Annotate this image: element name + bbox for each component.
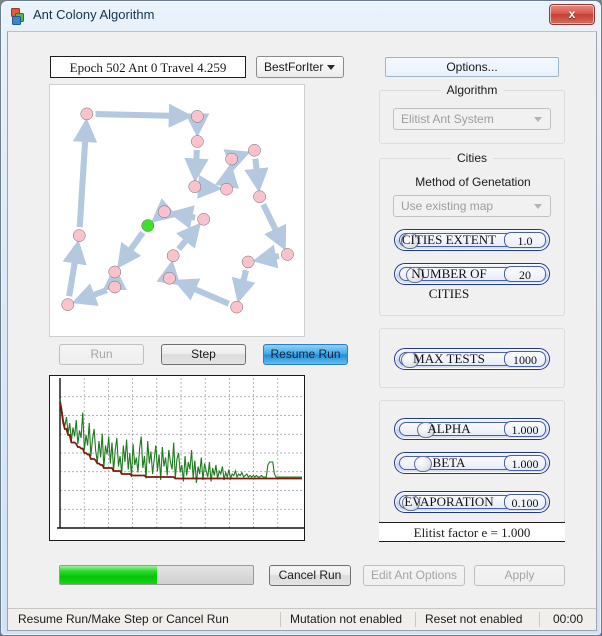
slider-evaporation[interactable]: EVAPORATION 0.100 — [394, 491, 550, 513]
city-node[interactable] — [109, 266, 121, 278]
city-node[interactable] — [62, 299, 74, 311]
status-mutation: Mutation not enabled — [290, 612, 403, 626]
generation-method-value: Use existing map — [401, 199, 494, 213]
chevron-down-icon — [534, 204, 542, 209]
slider-label: EVAPORATION — [404, 494, 494, 509]
cities-group-title: Cities — [450, 151, 494, 165]
algorithm-value: Elitist Ant System — [401, 112, 494, 126]
cities-group: Cities Method of Genetation Use existing… — [379, 151, 565, 316]
tour-edge — [223, 149, 251, 172]
slider-value: 20 — [504, 266, 546, 282]
city-node[interactable] — [167, 250, 179, 262]
tour-edge — [71, 283, 108, 306]
epoch-readout: Epoch 502 Ant 0 Travel 4.259 — [50, 56, 246, 78]
tour-edge — [244, 158, 269, 193]
app-ants-icon — [11, 8, 28, 25]
slider-value: 1.000 — [504, 455, 546, 471]
city-node[interactable] — [231, 301, 243, 313]
slider-cities-extent[interactable]: CITIES EXTENT 1.0 — [394, 229, 550, 251]
city-node[interactable] — [81, 108, 93, 120]
title-bar: Ant Colony Algorithm x — [1, 1, 601, 31]
tour-map-panel[interactable] — [49, 84, 305, 337]
status-time: 00:00 — [553, 612, 584, 626]
tour-edge — [72, 117, 98, 228]
tour-edge — [168, 205, 196, 229]
tour-map-svg — [50, 103, 304, 336]
display-mode-combo[interactable]: BestForIter — [256, 56, 344, 78]
apply-button: Apply — [474, 565, 565, 586]
city-node[interactable] — [281, 248, 293, 260]
progress-bar-fill — [60, 566, 157, 584]
algorithm-combo[interactable]: Elitist Ant System — [393, 108, 551, 130]
run-button: Run — [59, 344, 144, 365]
slider-value: 0.100 — [504, 494, 546, 510]
city-node[interactable] — [242, 256, 254, 268]
tour-edge — [95, 103, 194, 128]
city-node[interactable] — [198, 213, 210, 225]
status-bar: Resume Run/Make Step or Cancel Run Mutat… — [8, 608, 596, 630]
tour-edge — [62, 239, 87, 297]
tour-edge — [173, 278, 230, 307]
city-node[interactable] — [109, 281, 121, 293]
city-node[interactable] — [220, 183, 232, 195]
city-node[interactable] — [253, 191, 265, 203]
slider-label: NUMBER OF CITIES — [411, 266, 487, 301]
generation-method-combo[interactable]: Use existing map — [393, 195, 551, 217]
tour-edge — [176, 222, 202, 252]
city-node[interactable] — [226, 153, 238, 165]
algorithm-group: Algorithm Elitist Ant System — [379, 83, 565, 144]
progress-bar — [59, 565, 254, 585]
status-divider — [280, 612, 281, 627]
slider-label: BETA — [432, 455, 466, 470]
tests-group: MAX TESTS 1000 — [379, 328, 565, 388]
convergence-chart-svg — [57, 378, 304, 529]
slider-number-of-cities[interactable]: NUMBER OF CITIES 20 — [394, 263, 550, 301]
chevron-down-icon — [327, 65, 335, 70]
tour-edge — [231, 269, 256, 304]
elitist-factor-readout: Elitist factor e = 1.000 — [379, 522, 565, 542]
display-mode-value: BestForIter — [264, 60, 324, 74]
convergence-chart-panel — [49, 375, 305, 541]
resume-run-button[interactable]: Resume Run — [263, 344, 348, 365]
tour-edge — [117, 230, 146, 269]
app-window: Ant Colony Algorithm x Epoch 502 Ant 0 T… — [0, 0, 602, 636]
city-node[interactable] — [189, 181, 201, 193]
slider-label: MAX TESTS — [413, 351, 485, 366]
slider-value: 1.0 — [504, 232, 546, 248]
city-node[interactable] — [191, 135, 203, 147]
tour-edge — [260, 203, 287, 251]
city-node[interactable] — [158, 206, 170, 218]
slider-label: CITIES EXTENT — [401, 232, 497, 247]
window-title: Ant Colony Algorithm — [33, 7, 155, 22]
slider-label: ALPHA — [427, 421, 471, 436]
options-button[interactable]: Options... — [385, 57, 559, 77]
edit-ant-options-button: Edit Ant Options — [363, 565, 465, 586]
slider-alpha[interactable]: ALPHA 1.000 — [394, 418, 550, 440]
close-button[interactable]: x — [549, 4, 595, 25]
status-divider — [539, 612, 540, 627]
cancel-run-button[interactable]: Cancel Run — [269, 565, 351, 586]
slider-value: 1.000 — [504, 421, 546, 437]
tour-edge — [252, 244, 280, 269]
status-reset: Reset not enabled — [425, 612, 523, 626]
city-node[interactable] — [248, 144, 260, 156]
city-node-start[interactable] — [142, 220, 154, 232]
params-group: ALPHA 1.000 BETA 1.000 EVAPORATION 0.100 — [379, 400, 565, 530]
slider-beta[interactable]: BETA 1.000 — [394, 452, 550, 474]
method-of-generation-label: Method of Genetation — [415, 175, 531, 189]
tour-edge — [184, 149, 209, 183]
slider-value: 1000 — [504, 351, 546, 367]
city-node[interactable] — [163, 272, 175, 284]
slider-max-tests[interactable]: MAX TESTS 1000 — [394, 348, 550, 370]
algorithm-group-title: Algorithm — [440, 83, 504, 97]
city-node[interactable] — [191, 110, 203, 122]
client-area: Epoch 502 Ant 0 Travel 4.259 BestForIter… — [7, 31, 597, 631]
status-hint: Resume Run/Make Step or Cancel Run — [18, 612, 229, 626]
chevron-down-icon — [534, 117, 542, 122]
tour-edge — [214, 163, 239, 189]
tour-edge — [197, 174, 223, 199]
step-button[interactable]: Step — [161, 344, 246, 365]
status-divider — [415, 612, 416, 627]
city-node[interactable] — [73, 230, 85, 242]
